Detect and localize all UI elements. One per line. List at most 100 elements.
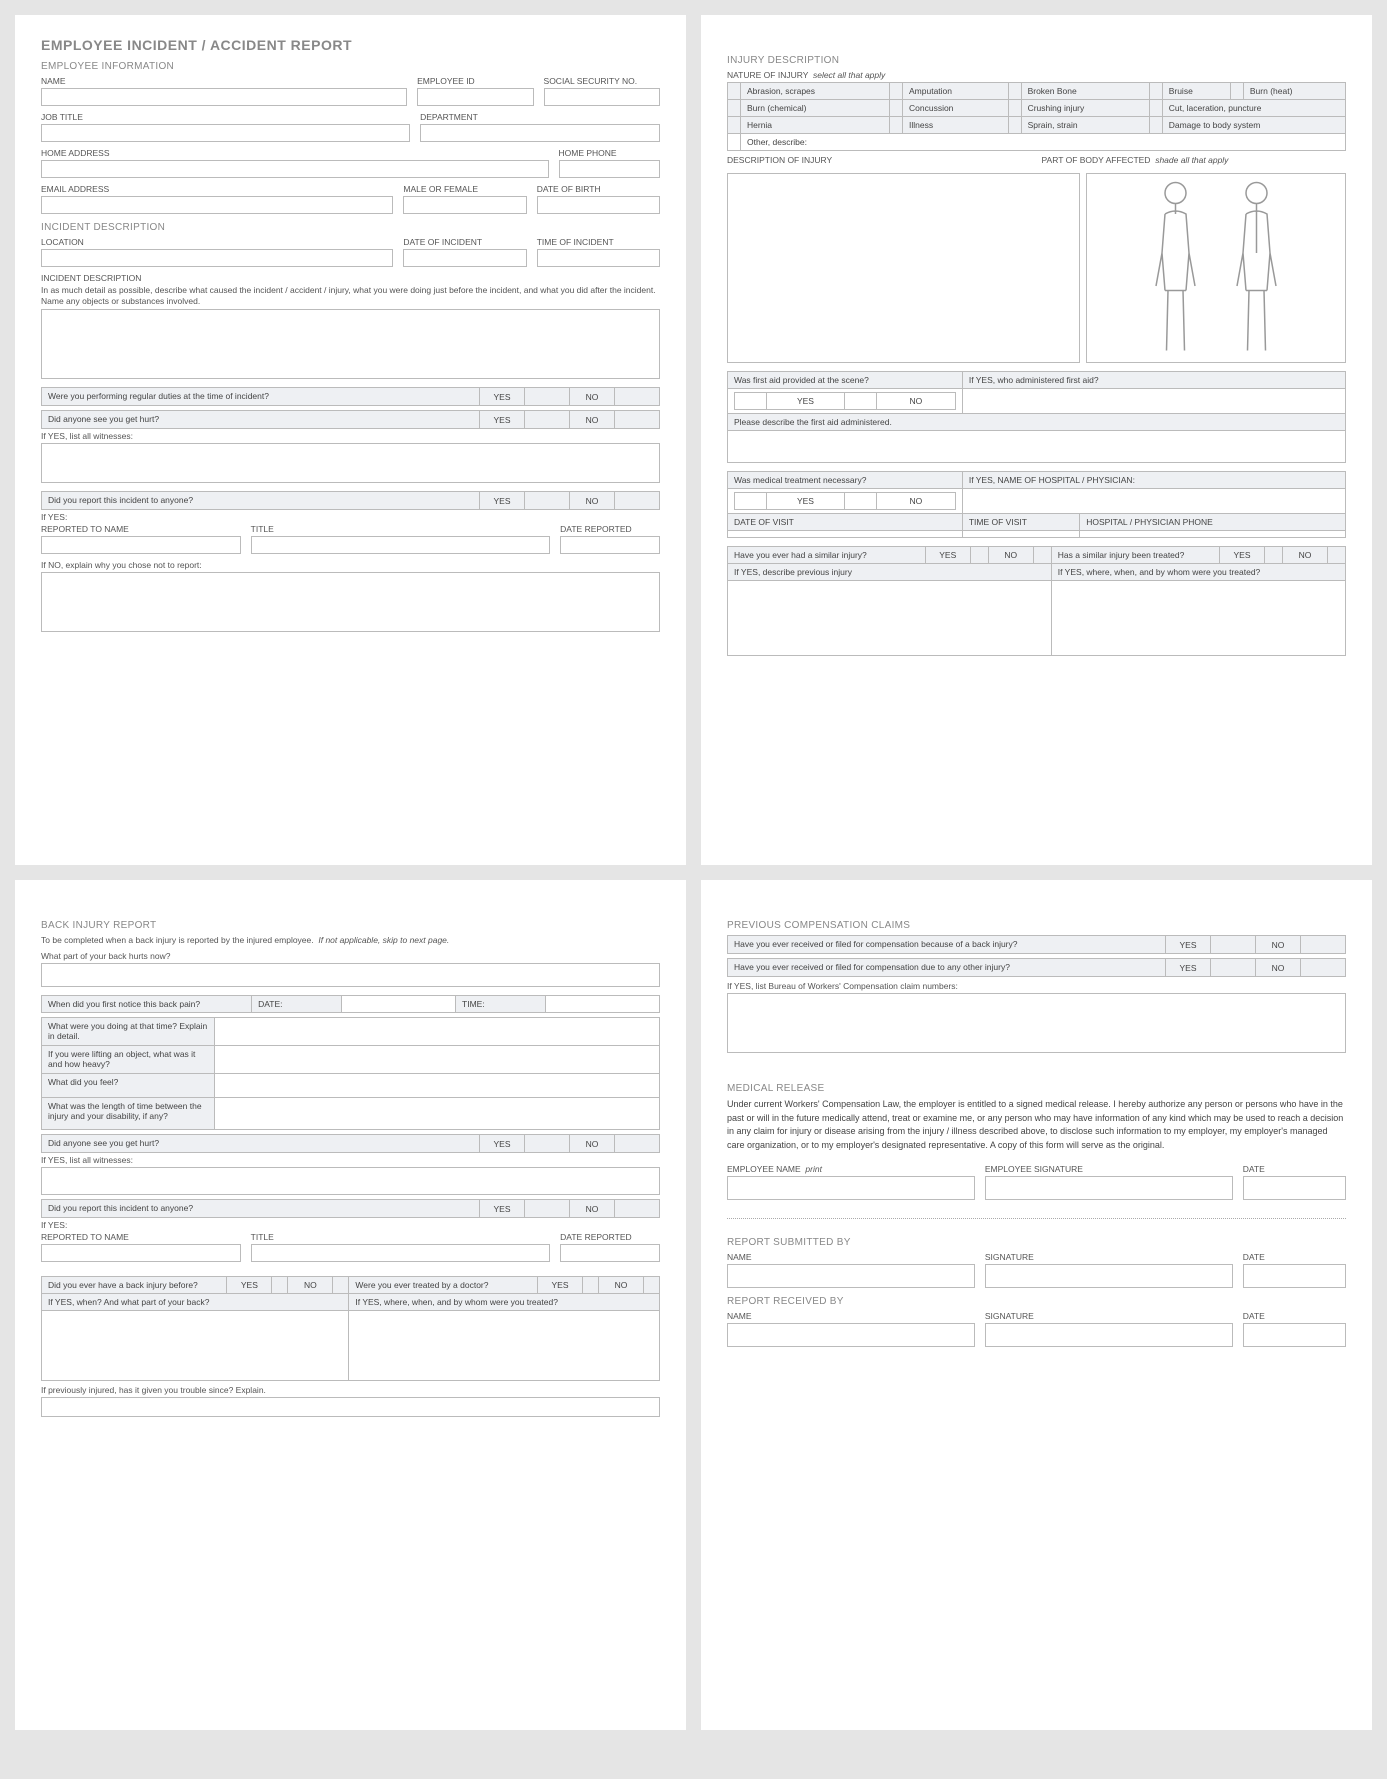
q2: Did anyone see you get hurt?: [42, 411, 480, 429]
input-sex[interactable]: [403, 196, 526, 214]
sub2-section: REPORT RECEIVED BY: [727, 1296, 1346, 1307]
lbl-dept: DEPARTMENT: [420, 112, 660, 122]
lbl-jobtitle: JOB TITLE: [41, 112, 410, 122]
tbl-q1: Were you performing regular duties at th…: [41, 387, 660, 406]
q3: Did you report this incident to anyone?: [42, 492, 480, 510]
lbl-nature: NATURE OF INJURY select all that apply: [727, 70, 1346, 80]
input-empid[interactable]: [417, 88, 533, 106]
lbl-bq1: What part of your back hurts now?: [41, 951, 660, 961]
input-reldate[interactable]: [1243, 1176, 1346, 1200]
input-name[interactable]: [41, 88, 407, 106]
input-daterep[interactable]: [560, 536, 660, 554]
lbl-daterep: DATE REPORTED: [560, 524, 660, 534]
comp-section: PREVIOUS COMPENSATION CLAIMS: [727, 920, 1346, 931]
inc-section: INCIDENT DESCRIPTION: [41, 222, 660, 233]
input-jobtitle[interactable]: [41, 124, 410, 142]
tbl-mt: Was medical treatment necessary?If YES, …: [727, 471, 1346, 538]
lbl-loc: LOCATION: [41, 237, 393, 247]
lbl-bq13: If previously injured, has it given you …: [41, 1385, 660, 1395]
q1-no[interactable]: NO: [570, 388, 615, 406]
input-wit[interactable]: [41, 443, 660, 483]
tbl-nature: Abrasion, scrapesAmputationBroken BoneBr…: [727, 82, 1346, 151]
input-bq13[interactable]: [41, 1397, 660, 1417]
input-title[interactable]: [251, 536, 551, 554]
q3-no[interactable]: NO: [570, 492, 615, 510]
input-btitle[interactable]: [251, 1244, 551, 1262]
back-sub: To be completed when a back injury is re…: [41, 935, 660, 945]
sub1-section: REPORT SUBMITTED BY: [727, 1237, 1346, 1248]
input-empsig[interactable]: [985, 1176, 1233, 1200]
input-sub1-sig[interactable]: [985, 1264, 1233, 1288]
tbl-sim: Have you ever had a similar injury?YESNO…: [727, 546, 1346, 656]
page-4: PREVIOUS COMPENSATION CLAIMS Have you ev…: [701, 880, 1372, 1730]
input-dept[interactable]: [420, 124, 660, 142]
tbl-q2: Did anyone see you get hurt?YES NO: [41, 410, 660, 429]
input-sub1-date[interactable]: [1243, 1264, 1346, 1288]
tbl-bq3-6: What were you doing at that time? Explai…: [41, 1017, 660, 1130]
divider: [727, 1218, 1346, 1219]
input-homephone[interactable]: [559, 160, 661, 178]
lbl-bifyes: If YES:: [41, 1220, 660, 1230]
input-brepname[interactable]: [41, 1244, 241, 1262]
body-back-icon: [1219, 178, 1294, 358]
input-sub2-sig[interactable]: [985, 1323, 1233, 1347]
input-sub1-name[interactable]: [727, 1264, 975, 1288]
input-dob[interactable]: [537, 196, 660, 214]
input-bq1[interactable]: [41, 963, 660, 987]
lbl-ifyes: If YES:: [41, 512, 660, 522]
input-doi[interactable]: [403, 249, 526, 267]
lbl-incdesc: INCIDENT DESCRIPTION: [41, 273, 660, 283]
input-empname[interactable]: [727, 1176, 975, 1200]
input-email[interactable]: [41, 196, 393, 214]
tbl-fa: Was first aid provided at the scene?If Y…: [727, 371, 1346, 463]
q3-yes[interactable]: YES: [480, 492, 525, 510]
input-loc[interactable]: [41, 249, 393, 267]
lbl-doi: DATE OF INCIDENT: [403, 237, 526, 247]
lbl-homephone: HOME PHONE: [559, 148, 661, 158]
inj-section: INJURY DESCRIPTION: [727, 55, 1346, 66]
lbl-empid: EMPLOYEE ID: [417, 76, 533, 86]
q2-no[interactable]: NO: [570, 411, 615, 429]
body-front-icon: [1138, 178, 1213, 358]
lbl-ssn: SOCIAL SECURITY NO.: [544, 76, 660, 86]
input-cq3[interactable]: [727, 993, 1346, 1053]
body-diagram[interactable]: [1086, 173, 1346, 363]
lbl-cq3: If YES, list Bureau of Workers' Compensa…: [727, 981, 1346, 991]
q1-yes[interactable]: YES: [480, 388, 525, 406]
input-ifno[interactable]: [41, 572, 660, 632]
q1: Were you performing regular duties at th…: [42, 388, 480, 406]
page-2: INJURY DESCRIPTION NATURE OF INJURY sele…: [701, 15, 1372, 865]
lbl-toi: TIME OF INCIDENT: [537, 237, 660, 247]
lbl-bodypart: PART OF BODY AFFECTED shade all that app…: [1042, 155, 1347, 165]
input-repname[interactable]: [41, 536, 241, 554]
input-bwit[interactable]: [41, 1167, 660, 1195]
tbl-bq7: Did anyone see you get hurt?YESNO: [41, 1134, 660, 1153]
q2-yes[interactable]: YES: [480, 411, 525, 429]
input-sub2-date[interactable]: [1243, 1323, 1346, 1347]
tbl-bq2: When did you first notice this back pain…: [41, 995, 660, 1013]
emp-section: EMPLOYEE INFORMATION: [41, 61, 660, 72]
page-title: EMPLOYEE INCIDENT / ACCIDENT REPORT: [41, 37, 660, 53]
lbl-ifno: If NO, explain why you chose not to repo…: [41, 560, 660, 570]
lbl-name: NAME: [41, 76, 407, 86]
page-1: EMPLOYEE INCIDENT / ACCIDENT REPORT EMPL…: [15, 15, 686, 865]
rel-para: Under current Workers' Compensation Law,…: [727, 1098, 1346, 1152]
lbl-bwit: If YES, list all witnesses:: [41, 1155, 660, 1165]
input-descinj[interactable]: [727, 173, 1080, 363]
lbl-wit: If YES, list all witnesses:: [41, 431, 660, 441]
input-ssn[interactable]: [544, 88, 660, 106]
input-bdaterep[interactable]: [560, 1244, 660, 1262]
input-incdesc[interactable]: [41, 309, 660, 379]
lbl-sex: MALE OR FEMALE: [403, 184, 526, 194]
txt-incdesc: In as much detail as possible, describe …: [41, 285, 660, 307]
lbl-repname: REPORTED TO NAME: [41, 524, 241, 534]
tbl-cq1: Have you ever received or filed for comp…: [727, 935, 1346, 954]
input-sub2-name[interactable]: [727, 1323, 975, 1347]
lbl-title: TITLE: [251, 524, 551, 534]
page-3: BACK INJURY REPORT To be completed when …: [15, 880, 686, 1730]
tbl-cq2: Have you ever received or filed for comp…: [727, 958, 1346, 977]
input-homeaddr[interactable]: [41, 160, 549, 178]
input-toi[interactable]: [537, 249, 660, 267]
tbl-q3: Did you report this incident to anyone?Y…: [41, 491, 660, 510]
tbl-bq8: Did you report this incident to anyone?Y…: [41, 1199, 660, 1218]
